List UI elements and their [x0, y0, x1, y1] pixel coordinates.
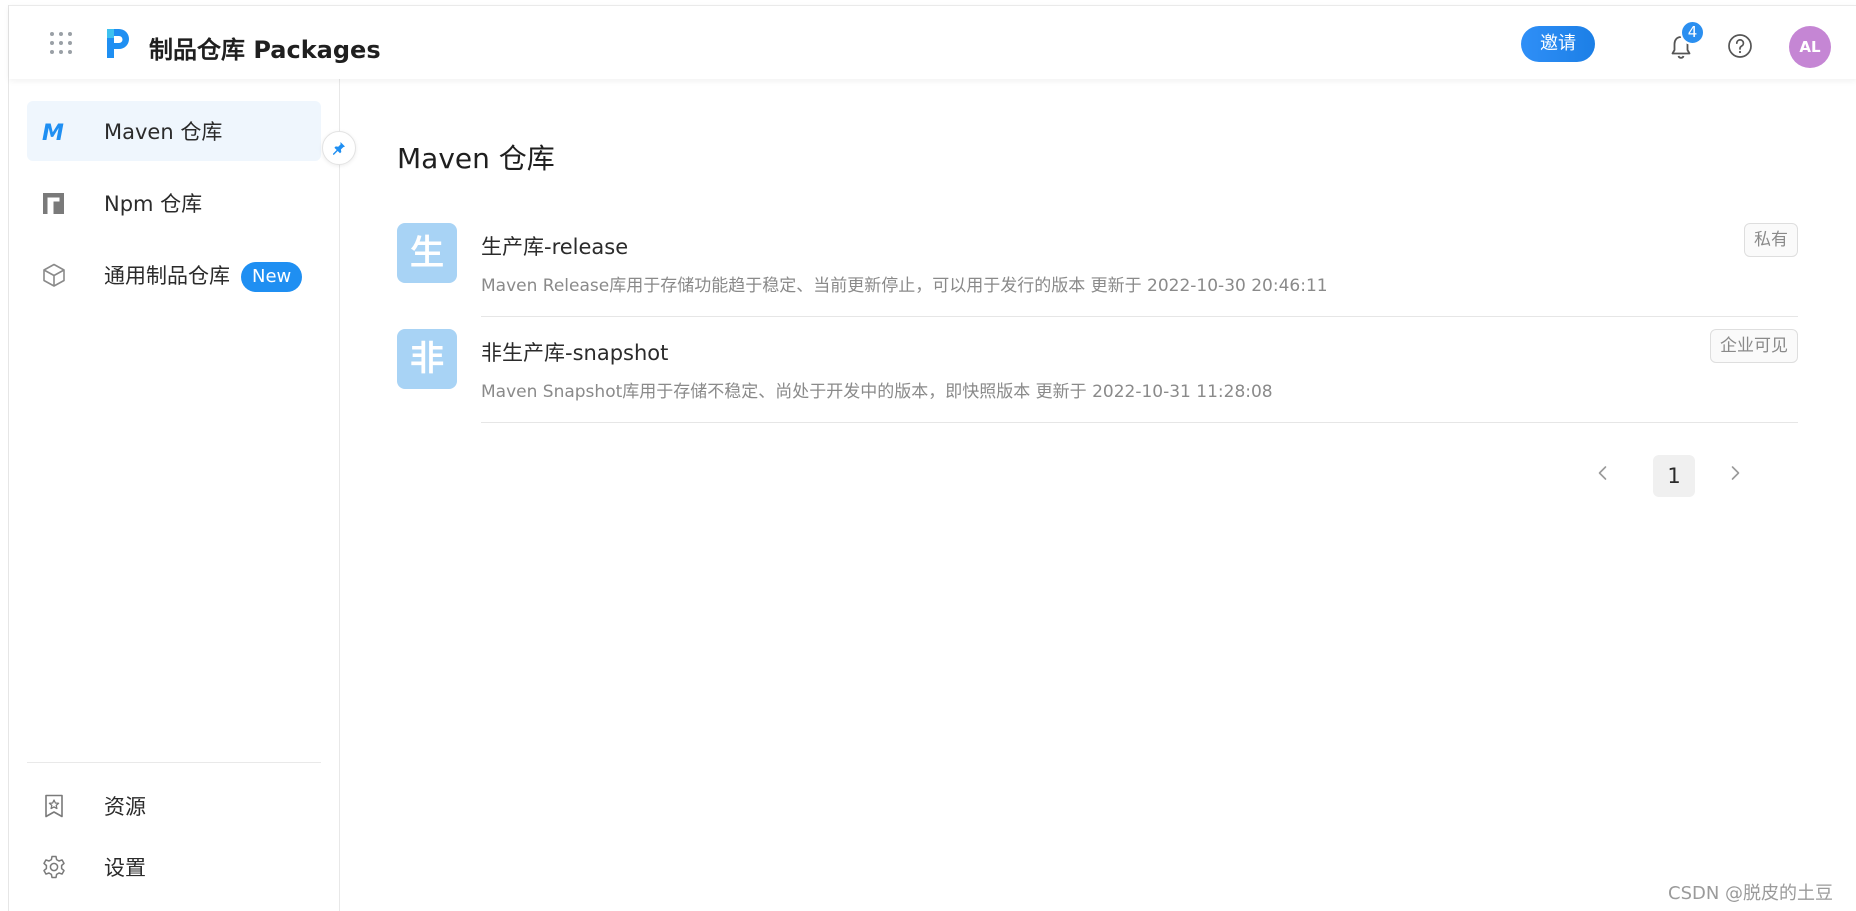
sidebar-item-label: 通用制品仓库	[104, 264, 230, 288]
app-launcher-icon[interactable]	[50, 32, 72, 54]
repo-row-snapshot[interactable]: 非 非生产库-snapshot Maven Snapshot库用于存储不稳定、尚…	[397, 317, 1798, 423]
sidebar-item-label: Maven 仓库	[104, 120, 223, 144]
row-divider	[481, 422, 1798, 423]
page-number-button[interactable]: 1	[1653, 455, 1695, 497]
app-window: 制品仓库 Packages 邀请 4 AL M Maven 仓库 Npm 仓库 …	[8, 5, 1856, 911]
gear-icon	[43, 855, 65, 879]
user-avatar[interactable]: AL	[1789, 26, 1831, 68]
repo-desc-text: Maven Snapshot库用于存储不稳定、尚处于开发中的版本，即快照版本	[481, 382, 1031, 402]
chevron-right-icon[interactable]	[1725, 463, 1745, 483]
pin-sidebar-button[interactable]	[322, 131, 356, 165]
help-icon[interactable]	[1727, 33, 1753, 59]
resource-icon	[45, 794, 63, 818]
repo-updated-at: 更新于 2022-10-31 11:28:08	[1035, 382, 1273, 402]
repo-desc-text: Maven Release库用于存储功能趋于稳定、当前更新停止，可以用于发行的版…	[481, 276, 1086, 296]
visibility-tag: 私有	[1744, 223, 1798, 257]
repo-avatar: 非	[397, 329, 457, 389]
svg-text:M: M	[42, 121, 64, 144]
sidebar-item-label: Npm 仓库	[104, 192, 203, 216]
sidebar-item-generic[interactable]: 通用制品仓库 New	[27, 245, 321, 305]
packages-logo-icon	[107, 29, 129, 58]
chevron-left-icon[interactable]	[1593, 463, 1613, 483]
repo-name[interactable]: 非生产库-snapshot	[481, 337, 668, 367]
new-badge: New	[241, 262, 303, 292]
sidebar-item-maven[interactable]: M Maven 仓库	[27, 101, 321, 161]
app-title: 制品仓库 Packages	[149, 36, 381, 64]
cube-icon	[43, 263, 65, 287]
main-content: Maven 仓库 生 生产库-release Maven Release库用于存…	[340, 79, 1856, 911]
sidebar-item-settings[interactable]: 设置	[27, 837, 321, 897]
repo-name[interactable]: 生产库-release	[481, 231, 628, 261]
repo-description: Maven Release库用于存储功能趋于稳定、当前更新停止，可以用于发行的版…	[481, 271, 1328, 296]
sidebar-item-label: 设置	[104, 856, 146, 880]
sidebar-item-npm[interactable]: Npm 仓库	[27, 173, 321, 233]
invite-button[interactable]: 邀请	[1521, 26, 1595, 62]
top-bar: 制品仓库 Packages 邀请 4 AL	[9, 5, 1856, 79]
sidebar-divider	[27, 762, 321, 763]
visibility-tag: 企业可见	[1710, 329, 1798, 363]
watermark: CSDN @脱皮的土豆	[1668, 883, 1834, 904]
sidebar: M Maven 仓库 Npm 仓库 通用制品仓库 New 资源 设置	[9, 79, 340, 911]
sidebar-item-resources[interactable]: 资源	[27, 776, 321, 836]
pin-icon	[333, 142, 345, 155]
repo-row-release[interactable]: 生 生产库-release Maven Release库用于存储功能趋于稳定、当…	[397, 211, 1798, 317]
repo-avatar: 生	[397, 223, 457, 283]
repo-updated-at: 更新于 2022-10-30 20:46:11	[1090, 276, 1328, 296]
notification-badge: 4	[1680, 20, 1705, 45]
maven-icon: M	[42, 121, 64, 144]
sidebar-item-label: 资源	[104, 795, 146, 819]
npm-icon	[43, 193, 64, 214]
page-title: Maven 仓库	[397, 142, 555, 175]
repo-description: Maven Snapshot库用于存储不稳定、尚处于开发中的版本，即快照版本 更…	[481, 377, 1273, 402]
